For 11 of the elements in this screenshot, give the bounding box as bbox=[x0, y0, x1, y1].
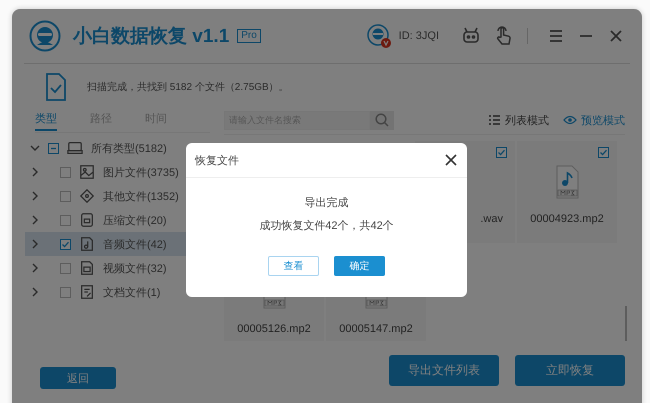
scan-summary: 扫描完成，共找到 5182 个文件（2.75GB）。 bbox=[87, 80, 289, 94]
app-title: 小白数据恢复 v1.1 bbox=[73, 25, 230, 49]
dialog-message: 导出完成 bbox=[304, 196, 348, 210]
file-name: 00005126.mp2 bbox=[237, 323, 311, 335]
dialog-title: 恢复文件 bbox=[195, 154, 239, 168]
dialog-detail: 成功恢复文件42个，共42个 bbox=[259, 218, 394, 233]
user-id: ID: 3JQI bbox=[398, 30, 439, 42]
file-name: 00005147.mp2 bbox=[339, 323, 413, 335]
file-name: .wav bbox=[480, 213, 504, 225]
pro-badge: Pro bbox=[237, 29, 261, 43]
file-name: 00004923.mp2 bbox=[530, 213, 604, 225]
